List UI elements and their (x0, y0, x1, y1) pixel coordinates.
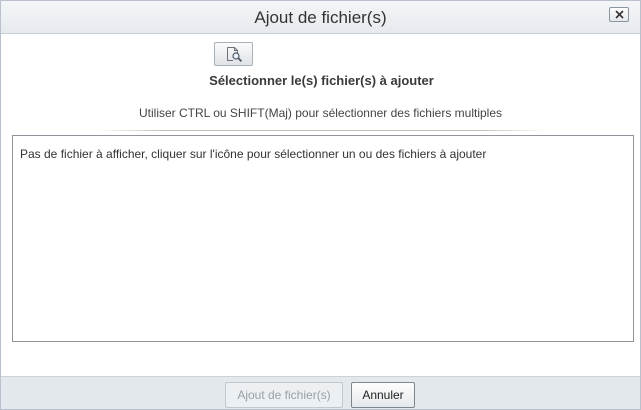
dialog-body: Sélectionner le(s) fichier(s) à ajouter … (1, 35, 640, 376)
add-files-button[interactable]: Ajout de fichier(s) (225, 382, 343, 408)
add-files-dialog: Ajout de fichier(s) Sélectionner le(s) f… (0, 0, 641, 410)
close-icon (615, 10, 624, 19)
file-list[interactable]: Pas de fichier à afficher, cliquer sur l… (12, 135, 634, 342)
multi-select-hint: Utiliser CTRL ou SHIFT(Maj) pour sélecti… (139, 106, 502, 120)
document-search-icon (227, 47, 243, 62)
dialog-footer: Ajout de fichier(s) Annuler (1, 376, 640, 409)
cancel-button[interactable]: Annuler (351, 382, 415, 408)
dialog-titlebar[interactable]: Ajout de fichier(s) (1, 1, 640, 34)
dialog-title: Ajout de fichier(s) (254, 8, 387, 27)
close-button[interactable] (609, 7, 629, 22)
file-list-empty-message: Pas de fichier à afficher, cliquer sur l… (20, 147, 487, 161)
browse-files-button[interactable] (214, 42, 253, 66)
select-files-heading: Sélectionner le(s) fichier(s) à ajouter (209, 73, 434, 88)
section-divider (96, 130, 546, 131)
